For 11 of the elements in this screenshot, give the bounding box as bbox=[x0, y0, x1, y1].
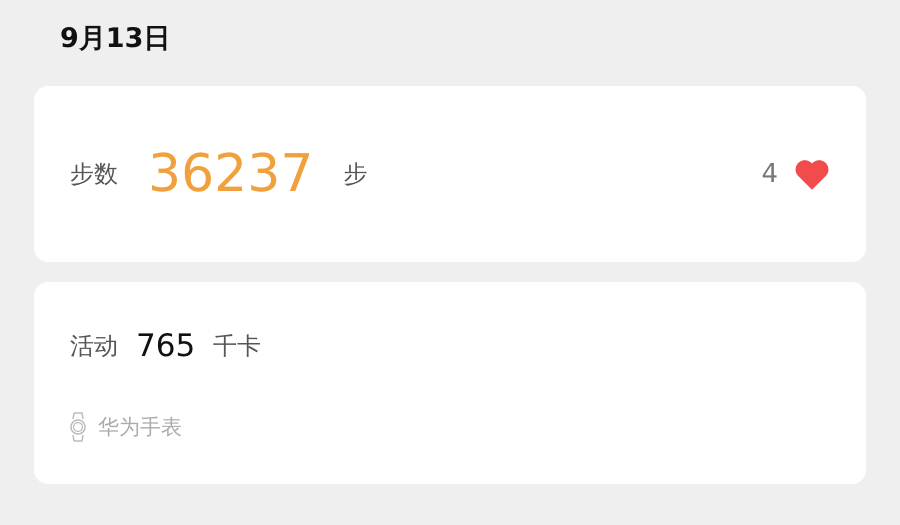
heart-icon[interactable] bbox=[794, 158, 830, 190]
activity-unit: 千卡 bbox=[213, 331, 262, 362]
activity-label: 活动 bbox=[70, 331, 118, 362]
steps-value: 36237 bbox=[148, 144, 314, 204]
date-title: 9月13日 bbox=[60, 22, 172, 56]
source-text: 华为手表 bbox=[98, 414, 182, 441]
watch-icon bbox=[70, 412, 86, 442]
activity-value: 765 bbox=[136, 328, 196, 364]
like-count: 4 bbox=[761, 159, 778, 189]
steps-label: 步数 bbox=[70, 159, 118, 190]
steps-unit: 步 bbox=[343, 159, 368, 190]
